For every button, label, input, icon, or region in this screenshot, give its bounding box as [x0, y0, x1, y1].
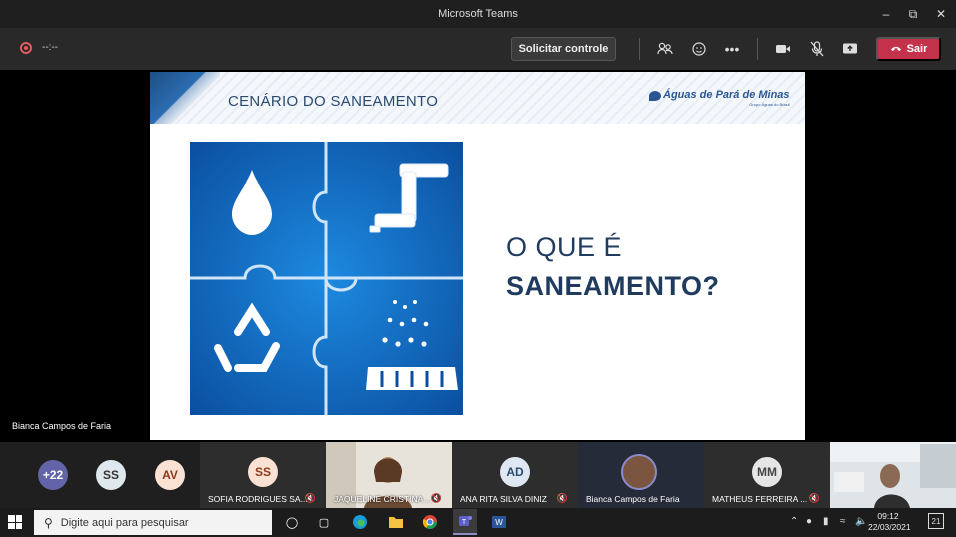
clock-time: 09:12	[877, 511, 899, 521]
presenter-photo-avatar	[621, 454, 657, 490]
hang-up-icon	[890, 43, 902, 55]
participant-tile[interactable]: AD ANA RITA SILVA DINIZ 🔇	[452, 442, 578, 508]
request-control-button[interactable]: Solicitar controle	[511, 37, 616, 61]
slide-section-title: CENÁRIO DO SANEAMENTO	[228, 93, 439, 110]
presentation-slide: CENÁRIO DO SANEAMENTO Águas de Pará de M…	[150, 72, 805, 440]
svg-text:W: W	[495, 518, 503, 527]
more-participants-button[interactable]: +22	[38, 460, 68, 490]
title-bar: Microsoft Teams – ⧉ ✕	[0, 0, 956, 28]
avatar: MM	[752, 457, 782, 487]
mic-muted-icon[interactable]	[806, 38, 828, 60]
teams-taskbar-icon[interactable]: T	[453, 509, 477, 535]
avatar: SS	[248, 457, 278, 487]
leave-button[interactable]: Sair	[876, 37, 941, 61]
self-video-tile[interactable]	[830, 442, 956, 508]
mic-muted-icon: 🔇	[808, 493, 820, 503]
file-explorer-icon[interactable]	[386, 512, 406, 532]
restore-icon[interactable]: ⧉	[899, 0, 927, 28]
meeting-timer: --:--	[42, 42, 59, 53]
participant-avatar[interactable]: AV	[155, 460, 185, 490]
avatar: AD	[500, 457, 530, 487]
slide-header: CENÁRIO DO SANEAMENTO Águas de Pará de M…	[150, 72, 805, 124]
edge-icon[interactable]	[350, 512, 370, 532]
company-logo: Águas de Pará de Minas Grupo Águas do Br…	[649, 89, 790, 107]
clock-date: 22/03/2021	[868, 522, 911, 532]
word-icon[interactable]: W	[489, 512, 509, 532]
task-view-icon[interactable]: ▢	[314, 512, 334, 532]
participant-name: ANA RITA SILVA DINIZ	[460, 494, 547, 504]
slide-question-line2: SANEAMENTO?	[506, 271, 720, 301]
svg-text:T: T	[462, 519, 467, 526]
notifications-icon[interactable]: 21	[928, 513, 944, 529]
battery-icon[interactable]: ▮	[823, 516, 829, 527]
cortana-icon[interactable]: ◯	[282, 512, 302, 532]
self-video-feed	[830, 442, 956, 508]
windows-taskbar: ⚲ Digite aqui para pesquisar ◯ ▢ T W ⌃ ●…	[0, 508, 956, 537]
wifi-icon[interactable]: ≈	[840, 516, 846, 527]
puzzle-illustration	[190, 142, 463, 415]
people-icon[interactable]: ●	[806, 516, 812, 527]
toolbar-divider	[639, 38, 640, 60]
header-decoration	[150, 72, 220, 124]
window-title: Microsoft Teams	[438, 8, 518, 20]
logo-drop-icon	[649, 91, 661, 101]
chrome-icon[interactable]	[420, 512, 440, 532]
participant-tile-presenter[interactable]: Bianca Campos de Faria	[578, 442, 704, 508]
participants-strip: +22 SS AV SS SOFIA RODRIGUES SA... 🔇 JAQ…	[0, 442, 956, 508]
search-placeholder: Digite aqui para pesquisar	[60, 516, 189, 529]
participants-icon[interactable]	[654, 38, 676, 60]
volume-icon[interactable]: 🔈	[855, 516, 867, 527]
windows-start-icon[interactable]	[8, 515, 22, 529]
share-screen-icon[interactable]	[839, 38, 861, 60]
more-options-icon[interactable]: •••	[721, 38, 743, 60]
toolbar-divider	[757, 38, 758, 60]
meeting-toolbar: --:-- Solicitar controle ••• Sair	[0, 28, 956, 70]
mic-muted-icon: 🔇	[304, 493, 316, 503]
taskbar-search[interactable]: ⚲ Digite aqui para pesquisar	[34, 510, 272, 535]
participant-name: MATHEUS FERREIRA ...	[712, 494, 808, 504]
reactions-icon[interactable]	[688, 38, 710, 60]
mic-muted-icon: 🔇	[430, 493, 442, 503]
close-icon[interactable]: ✕	[927, 0, 955, 28]
show-hidden-icons-icon[interactable]: ⌃	[790, 516, 798, 527]
participant-name: SOFIA RODRIGUES SA...	[208, 494, 308, 504]
participant-tile[interactable]: MM MATHEUS FERREIRA ... 🔇	[704, 442, 830, 508]
taskbar-clock[interactable]: 09:12 22/03/2021	[868, 511, 911, 533]
participant-tile-video[interactable]: JAQUELINE CRISTINA ... 🔇	[326, 442, 452, 508]
participant-name: JAQUELINE CRISTINA ...	[334, 494, 433, 504]
shared-screen-stage: CENÁRIO DO SANEAMENTO Águas de Pará de M…	[0, 70, 956, 442]
search-icon: ⚲	[44, 515, 53, 530]
leave-label: Sair	[906, 43, 928, 55]
participant-name: Bianca Campos de Faria	[586, 494, 680, 504]
participant-tile[interactable]: SS SOFIA RODRIGUES SA... 🔇	[200, 442, 326, 508]
presenter-name-label: Bianca Campos de Faria	[12, 421, 112, 431]
recording-icon	[20, 42, 32, 54]
participant-avatar[interactable]: SS	[96, 460, 126, 490]
slide-question-line1: O QUE É	[506, 232, 623, 262]
camera-icon[interactable]	[772, 38, 794, 60]
minimize-icon[interactable]: –	[872, 0, 900, 28]
mic-muted-icon: 🔇	[556, 493, 568, 503]
